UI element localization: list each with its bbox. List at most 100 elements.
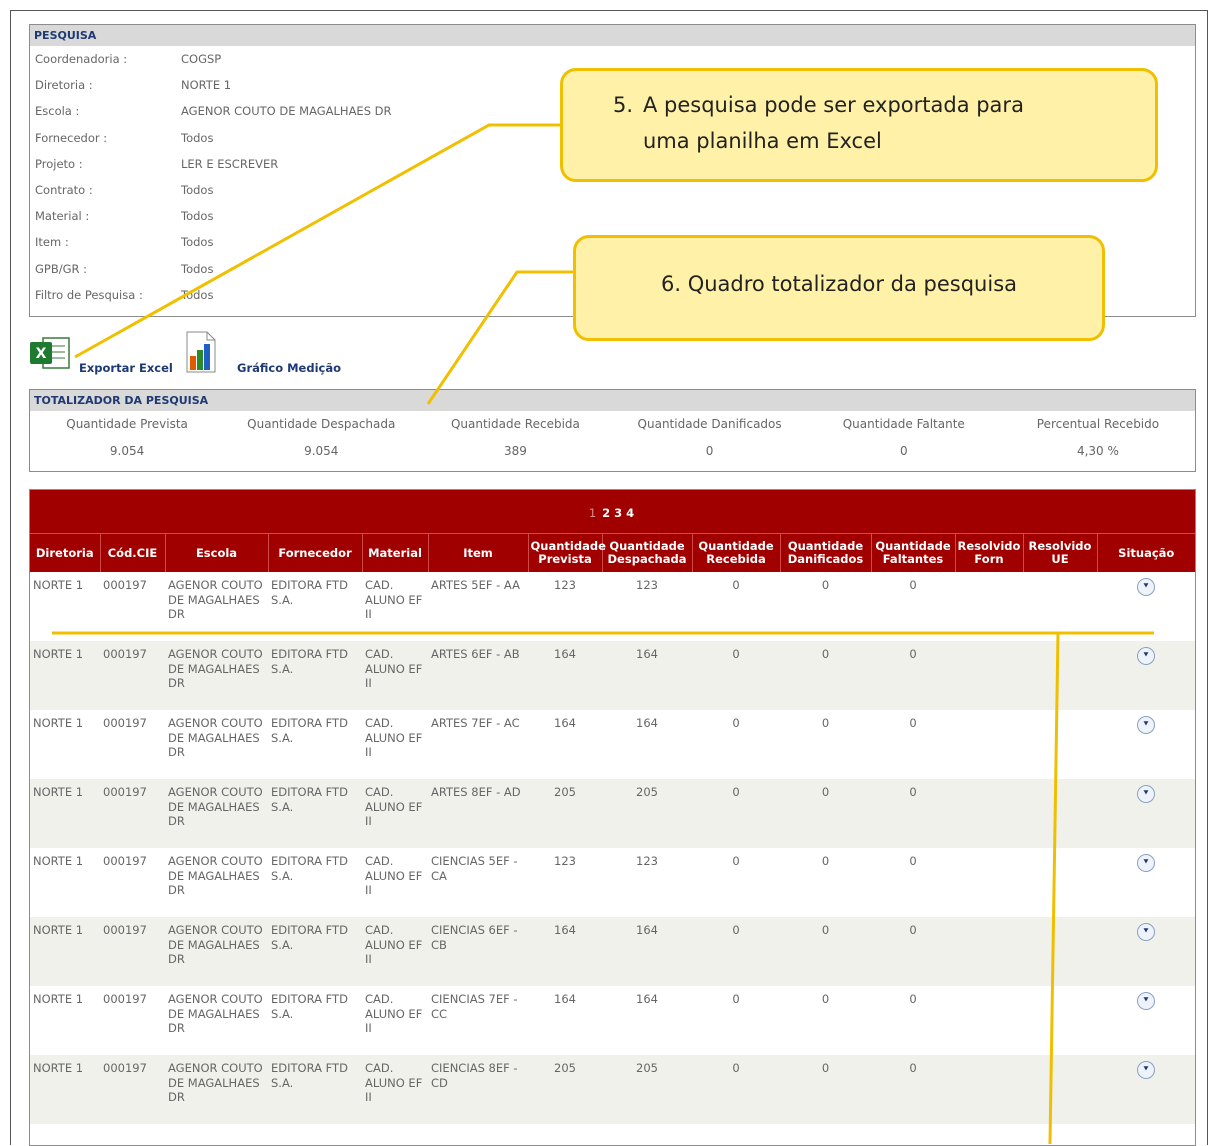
cell-res_ue bbox=[1023, 710, 1097, 779]
cell-situacao: ⯆ bbox=[1097, 572, 1195, 641]
cell-item: ARTES 5EF - AA bbox=[431, 578, 520, 592]
cell-fornecedor: EDITORA FTD S.A. bbox=[268, 917, 362, 986]
cell-item: ARTES 6EF - AB bbox=[428, 641, 528, 710]
cell-recebida: 0 bbox=[692, 779, 780, 848]
column-header[interactable]: Resolvido Forn bbox=[954, 533, 1023, 572]
callout-text-line2: uma planilha em Excel bbox=[643, 129, 882, 153]
table-row[interactable]: NORTE 1 000197 AGENOR COUTO DE MAGALHAES D… bbox=[30, 1055, 1195, 1124]
totals-panel: TOTALIZADOR DA PESQUISA Quantidade Previ… bbox=[29, 389, 1196, 472]
cell-recebida: 0 bbox=[732, 716, 740, 730]
search-field-label: Contrato : bbox=[35, 182, 93, 197]
callout-export-note: 5. A pesquisa pode ser exportada para um… bbox=[560, 68, 1158, 182]
cell-diretoria: NORTE 1 bbox=[33, 578, 84, 592]
cell-danificados: 0 bbox=[821, 716, 830, 730]
search-field-label: Fornecedor : bbox=[35, 130, 108, 145]
expand-chevron-icon[interactable]: ⯆ bbox=[1137, 1061, 1155, 1079]
cell-prevista: 164 bbox=[528, 917, 602, 986]
expand-chevron-icon[interactable]: ⯆ bbox=[1137, 992, 1155, 1010]
column-header[interactable]: Quantidade Recebida bbox=[691, 533, 780, 572]
total-value: 4,30 % bbox=[1076, 444, 1119, 458]
pagination: 1234 bbox=[30, 490, 1195, 533]
total-item: Quantidade Despachada 9.054 bbox=[224, 411, 418, 463]
cell-danificados: 0 bbox=[821, 854, 830, 868]
column-header[interactable]: Situação bbox=[1096, 533, 1195, 572]
cell-fornecedor: EDITORA FTD S.A. bbox=[271, 854, 348, 883]
cell-escola: AGENOR COUTO DE MAGALHAES DR bbox=[168, 854, 263, 897]
callout-totals-note: 6. Quadro totalizador da pesquisa bbox=[573, 235, 1105, 341]
search-field-value: NORTE 1 bbox=[181, 78, 232, 93]
table-row[interactable]: NORTE 1 000197 AGENOR COUTO DE MAGALHAES D… bbox=[30, 641, 1195, 710]
cell-item: ARTES 7EF - AC bbox=[431, 716, 520, 730]
table-row[interactable]: NORTE 1 000197 AGENOR COUTO DE MAGALHAES D… bbox=[30, 572, 1195, 641]
cell-res_forn bbox=[955, 917, 1023, 986]
cell-prevista: 205 bbox=[528, 779, 602, 848]
excel-icon[interactable]: X bbox=[29, 334, 71, 372]
total-label: Quantidade Prevista bbox=[66, 417, 188, 431]
column-header[interactable]: Fornecedor bbox=[267, 533, 362, 572]
cell-res_forn bbox=[955, 641, 1023, 710]
column-header[interactable]: Quantidade Faltantes bbox=[870, 533, 955, 572]
search-field-label: Filtro de Pesquisa : bbox=[35, 287, 143, 302]
expand-chevron-icon[interactable]: ⯆ bbox=[1137, 578, 1155, 596]
search-field-value: COGSP bbox=[181, 52, 222, 66]
column-header[interactable]: Item bbox=[427, 533, 528, 572]
cell-diretoria: NORTE 1 bbox=[33, 716, 84, 730]
cell-res_forn bbox=[955, 572, 1023, 641]
cell-material: CAD. ALUNO EF II bbox=[362, 917, 428, 986]
table-row[interactable]: NORTE 1 000197 AGENOR COUTO DE MAGALHAES D… bbox=[30, 986, 1195, 1055]
cell-despachada: 164 bbox=[636, 992, 658, 1006]
column-header[interactable]: Cód.CIE bbox=[99, 533, 165, 572]
column-header[interactable]: Resolvido UE bbox=[1022, 533, 1097, 572]
cell-item: CIENCIAS 5EF - CA bbox=[431, 854, 518, 883]
table-row[interactable]: NORTE 1 000197 AGENOR COUTO DE MAGALHAES D… bbox=[30, 710, 1195, 779]
column-header[interactable]: Quantidade Prevista bbox=[527, 533, 606, 572]
cell-diretoria: NORTE 1 bbox=[30, 641, 100, 710]
column-header[interactable]: Quantidade Danificados bbox=[779, 533, 871, 572]
table-row[interactable]: NORTE 1 000197 AGENOR COUTO DE MAGALHAES D… bbox=[30, 779, 1195, 848]
cell-fornecedor: EDITORA FTD S.A. bbox=[271, 992, 348, 1021]
table-row[interactable]: NORTE 1 000197 AGENOR COUTO DE MAGALHAES D… bbox=[30, 848, 1195, 917]
cell-faltantes: 0 bbox=[909, 716, 917, 730]
cell-danificados: 0 bbox=[821, 578, 830, 592]
search-field-value: LER E ESCREVER bbox=[181, 156, 279, 171]
expand-chevron-icon[interactable]: ⯆ bbox=[1137, 716, 1155, 734]
table-row[interactable]: NORTE 1 000197 AGENOR COUTO DE MAGALHAES D… bbox=[30, 917, 1195, 986]
cell-item: ARTES 8EF - AD bbox=[428, 779, 528, 848]
cell-cie: 000197 bbox=[103, 854, 147, 868]
cell-res_ue bbox=[1023, 779, 1097, 848]
cell-faltantes: 0 bbox=[871, 1055, 955, 1124]
chart-medicao-button[interactable]: Gráfico Medição bbox=[237, 361, 341, 375]
results-grid: 1234 Diretoria Cód.CIE Escola Fornecedor Mat… bbox=[29, 489, 1196, 1146]
export-excel-button[interactable]: Exportar Excel bbox=[79, 361, 173, 375]
cell-res_ue bbox=[1023, 917, 1097, 986]
page-link[interactable]: 4 bbox=[626, 506, 634, 520]
cell-res_ue bbox=[1023, 572, 1097, 641]
cell-material: CAD. ALUNO EF II bbox=[362, 779, 428, 848]
cell-situacao: ⯆ bbox=[1097, 986, 1195, 1055]
search-field-value: Todos bbox=[181, 287, 214, 302]
expand-chevron-icon[interactable]: ⯆ bbox=[1137, 785, 1155, 803]
cell-material: CAD. ALUNO EF II bbox=[362, 1055, 428, 1124]
expand-chevron-icon[interactable]: ⯆ bbox=[1137, 923, 1155, 941]
cell-prevista: 205 bbox=[528, 1055, 602, 1124]
cell-danificados: 0 bbox=[780, 641, 871, 710]
column-header[interactable]: Quantidade Despachada bbox=[601, 533, 692, 572]
page-link[interactable]: 2 bbox=[602, 506, 610, 520]
total-item: Quantidade Recebida 389 bbox=[418, 411, 612, 463]
cell-recebida: 0 bbox=[732, 992, 740, 1006]
cell-despachada: 123 bbox=[636, 854, 658, 868]
column-header[interactable]: Escola bbox=[164, 533, 268, 572]
expand-chevron-icon[interactable]: ⯆ bbox=[1137, 854, 1155, 872]
cell-faltantes: 0 bbox=[909, 992, 917, 1006]
total-label: Quantidade Despachada bbox=[247, 417, 396, 431]
column-header[interactable]: Diretoria bbox=[30, 533, 100, 572]
bar-chart-icon[interactable] bbox=[179, 330, 219, 374]
search-field-row: Material : Todos bbox=[30, 203, 1195, 229]
cell-prevista: 164 bbox=[554, 992, 576, 1006]
total-label: Quantidade Faltante bbox=[842, 417, 965, 431]
total-value: 389 bbox=[503, 444, 527, 458]
expand-chevron-icon[interactable]: ⯆ bbox=[1137, 647, 1155, 665]
page-link[interactable]: 3 bbox=[614, 506, 622, 520]
column-header[interactable]: Material bbox=[361, 533, 428, 572]
cell-faltantes: 0 bbox=[871, 779, 955, 848]
